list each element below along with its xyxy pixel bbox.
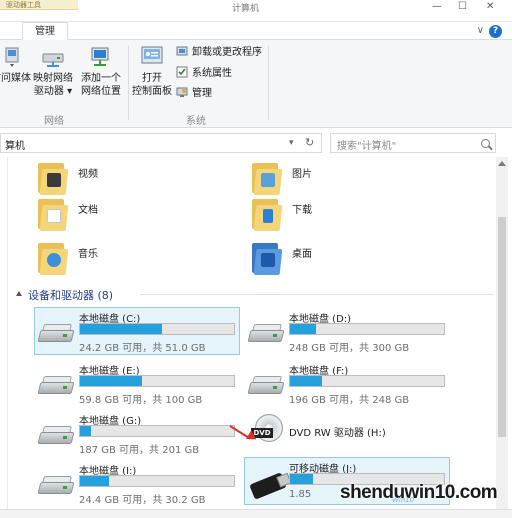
drive-usage-bar xyxy=(79,323,235,335)
system-group-label: 系统 xyxy=(186,116,206,127)
video-folder-icon xyxy=(38,159,69,195)
network-drive-icon xyxy=(40,46,66,68)
status-bar xyxy=(0,509,512,518)
open-control-panel-button[interactable]: 打开 控制面板 xyxy=(130,46,174,98)
hard-drive-icon xyxy=(37,476,75,496)
ribbon: 访问媒体 映射网络 驱动器 ▾ 添加一个 网络位置 网络 打开 控制面板 卸载或… xyxy=(0,40,512,128)
vertical-scrollbar[interactable] xyxy=(496,157,508,509)
add-network-location-button[interactable]: 添加一个 网络位置 xyxy=(78,46,124,98)
pictures-folder-icon xyxy=(252,159,283,195)
navigation-pane-edge xyxy=(0,157,8,509)
drive-usage-bar xyxy=(79,425,235,437)
folder-item-downloads[interactable]: 下载 xyxy=(252,193,452,237)
ribbon-tab-bar: 管理 ∨ ? xyxy=(0,22,512,40)
drive-item-c[interactable]: 本地磁盘 (C:) 24.2 GB 可用，共 51.0 GB xyxy=(34,307,240,355)
hard-drive-icon xyxy=(37,376,75,396)
network-location-icon xyxy=(88,46,114,68)
address-path-box[interactable]: 算机 ▾ ↻ xyxy=(0,133,322,153)
watermark-text: shenduwin10.com xyxy=(340,482,498,503)
drive-item-e[interactable]: 本地磁盘 (E:) 59.8 GB 可用，共 100 GB xyxy=(34,359,240,407)
section-divider xyxy=(140,294,494,295)
uninstall-program-button[interactable]: 卸载或更改程序 xyxy=(176,45,262,61)
ribbon-group-divider xyxy=(128,46,129,120)
collapse-section-icon[interactable] xyxy=(16,291,22,296)
refresh-icon[interactable]: ↻ xyxy=(305,136,314,149)
file-list: 视频 图片 文档 下载 音乐 桌面 设备和驱动器 (8) 本地磁盘 (C:) 2… xyxy=(8,157,498,509)
close-window-button[interactable]: ✕ xyxy=(486,1,494,12)
ribbon-minimize-chevron-icon[interactable]: ∨ xyxy=(477,25,484,36)
scroll-thumb[interactable] xyxy=(498,217,506,437)
folder-item-desktop[interactable]: 桌面 xyxy=(252,237,452,281)
desktop-folder-icon xyxy=(252,239,283,275)
hard-drive-icon xyxy=(37,426,75,446)
watermark-subtext: Win10 xyxy=(392,496,415,504)
site-watermark: shenduwin10.com Win10 xyxy=(340,478,508,512)
downloads-folder-icon xyxy=(252,195,283,231)
hard-drive-icon xyxy=(247,376,285,396)
maximize-window-button[interactable]: ☐ xyxy=(458,1,467,12)
drive-usage-bar xyxy=(79,375,235,387)
music-folder-icon xyxy=(38,239,69,275)
system-properties-button[interactable]: 系统属性 xyxy=(176,66,232,82)
computer-management-button[interactable]: 管理 xyxy=(176,86,212,102)
drive-item-f[interactable]: 本地磁盘 (F:) 196 GB 可用，共 248 GB xyxy=(244,359,450,407)
drive-item-d[interactable]: 本地磁盘 (D:) 248 GB 可用，共 300 GB xyxy=(244,307,450,355)
map-network-drive-button[interactable]: 映射网络 驱动器 ▾ xyxy=(30,46,76,98)
window-title: 计算机 xyxy=(232,4,260,14)
search-icon[interactable] xyxy=(481,139,490,148)
drive-usage-bar xyxy=(79,475,235,487)
folder-item-documents[interactable]: 文档 xyxy=(38,193,238,237)
hard-drive-icon xyxy=(247,324,285,344)
search-placeholder: 搜索"计算机" xyxy=(337,141,397,152)
scroll-up-arrow-icon[interactable] xyxy=(498,161,506,166)
ribbon-group-divider xyxy=(268,46,269,120)
management-icon xyxy=(176,86,188,98)
help-icon[interactable]: ? xyxy=(489,25,502,38)
address-bar: 算机 ▾ ↻ 搜索"计算机" xyxy=(0,131,512,155)
drive-tools-context-header: 驱动器工具 xyxy=(0,0,78,10)
drive-item-i[interactable]: 本地磁盘 (I:) 24.4 GB 可用，共 30.2 GB xyxy=(34,459,240,507)
search-input[interactable]: 搜索"计算机" xyxy=(330,133,496,153)
access-media-button[interactable]: 访问媒体 xyxy=(0,46,34,85)
documents-folder-icon xyxy=(38,195,69,231)
devices-section-title[interactable]: 设备和驱动器 (8) xyxy=(28,287,113,303)
title-bar: 驱动器工具 计算机 — ☐ ✕ xyxy=(0,0,512,22)
uninstall-icon xyxy=(176,45,188,57)
network-group-label: 网络 xyxy=(44,116,64,127)
system-properties-check-icon xyxy=(176,66,188,78)
drive-usage-bar xyxy=(289,323,445,335)
minimize-window-button[interactable]: — xyxy=(432,1,442,12)
tab-manage[interactable]: 管理 xyxy=(22,22,68,40)
drive-item-g[interactable]: 本地磁盘 (G:) 187 GB 可用，共 201 GB xyxy=(34,409,240,457)
control-panel-icon xyxy=(139,46,165,68)
drive-usage-bar xyxy=(289,375,445,387)
address-dropdown-icon[interactable]: ▾ xyxy=(289,138,294,148)
drive-item-h-dvd[interactable]: DVD DVD RW 驱动器 (H:) xyxy=(244,409,450,457)
address-path: 算机 xyxy=(5,141,25,152)
folder-item-music[interactable]: 音乐 xyxy=(38,237,238,281)
usb-drive-icon xyxy=(249,472,287,500)
media-icon xyxy=(0,46,24,68)
hard-drive-icon xyxy=(37,324,75,344)
